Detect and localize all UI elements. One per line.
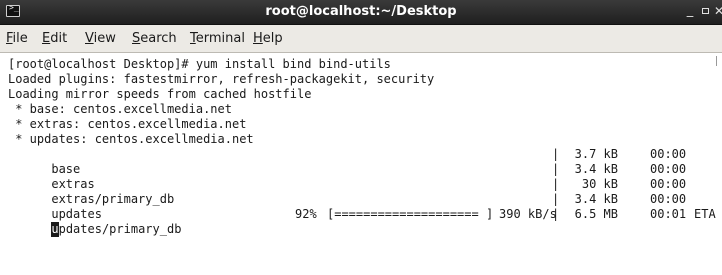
download-rate: 390 kB/s (499, 207, 557, 221)
terminal-line-command: [root@localhost Desktop]# yum install bi… (8, 57, 391, 71)
title-bar[interactable]: >_ root@localhost:~/Desktop _ ✕ (0, 0, 722, 25)
download-time: 00:00 (650, 177, 687, 191)
column-separator: | (552, 192, 560, 206)
download-size: 3.7 kB (574, 147, 618, 161)
terminal-line: * base: centos.excellmedia.net (8, 102, 232, 116)
column-separator: | (552, 147, 560, 161)
close-button[interactable]: ✕ (714, 3, 722, 19)
menu-file[interactable]: File (6, 31, 28, 46)
download-row: base | 3.7 kB 00:00 (8, 147, 718, 176)
terminal-line: Loading mirror speeds from cached hostfi… (8, 87, 312, 101)
terminal-line: * updates: centos.excellmedia.net (8, 132, 254, 146)
menu-bar: File Edit View Search Terminal Help (0, 25, 722, 53)
download-time: 00:00 (650, 162, 687, 176)
download-time: 00:01 (650, 207, 687, 221)
terminal-window: >_ root@localhost:~/Desktop _ ✕ File Edi… (0, 0, 722, 275)
window-title: root@localhost:~/Desktop (265, 4, 457, 19)
eta-label: ETA (694, 207, 716, 221)
scrollbar[interactable] (716, 56, 721, 66)
menu-view[interactable]: View (85, 31, 116, 46)
menu-edit[interactable]: Edit (42, 31, 67, 46)
menu-terminal[interactable]: Terminal (190, 31, 245, 46)
column-separator: | (552, 177, 560, 191)
menu-help[interactable]: Help (253, 31, 283, 46)
download-row: extras/primary_db | 30 kB 00:00 (8, 177, 718, 206)
download-name: pdates/primary_db (58, 222, 182, 236)
text-cursor: u (51, 222, 59, 237)
progress-bar: [==================== ] (327, 207, 494, 221)
download-time: 00:00 (650, 192, 687, 206)
download-size: 6.5 MB (574, 207, 618, 221)
column-separator: | (552, 162, 560, 176)
terminal-output[interactable]: [root@localhost Desktop]# yum install bi… (0, 53, 722, 275)
download-size: 3.4 kB (574, 162, 618, 176)
download-row: updates | 3.4 kB 00:00 (8, 192, 718, 221)
download-size: 3.4 kB (574, 192, 618, 206)
terminal-line: * extras: centos.excellmedia.net (8, 117, 247, 131)
download-time: 00:00 (650, 147, 687, 161)
column-separator: | (552, 207, 560, 221)
download-row: extras | 3.4 kB 00:00 (8, 162, 718, 191)
maximize-button[interactable] (698, 3, 714, 19)
minimize-button[interactable]: _ (682, 3, 698, 19)
progress-percent: 92% (295, 207, 317, 221)
terminal-line: Loaded plugins: fastestmirror, refresh-p… (8, 72, 435, 86)
progress-row: updates/primary_db 92% [================… (8, 207, 718, 237)
maximize-icon (702, 8, 709, 14)
menu-search[interactable]: Search (132, 31, 177, 46)
download-size: 30 kB (581, 177, 618, 191)
